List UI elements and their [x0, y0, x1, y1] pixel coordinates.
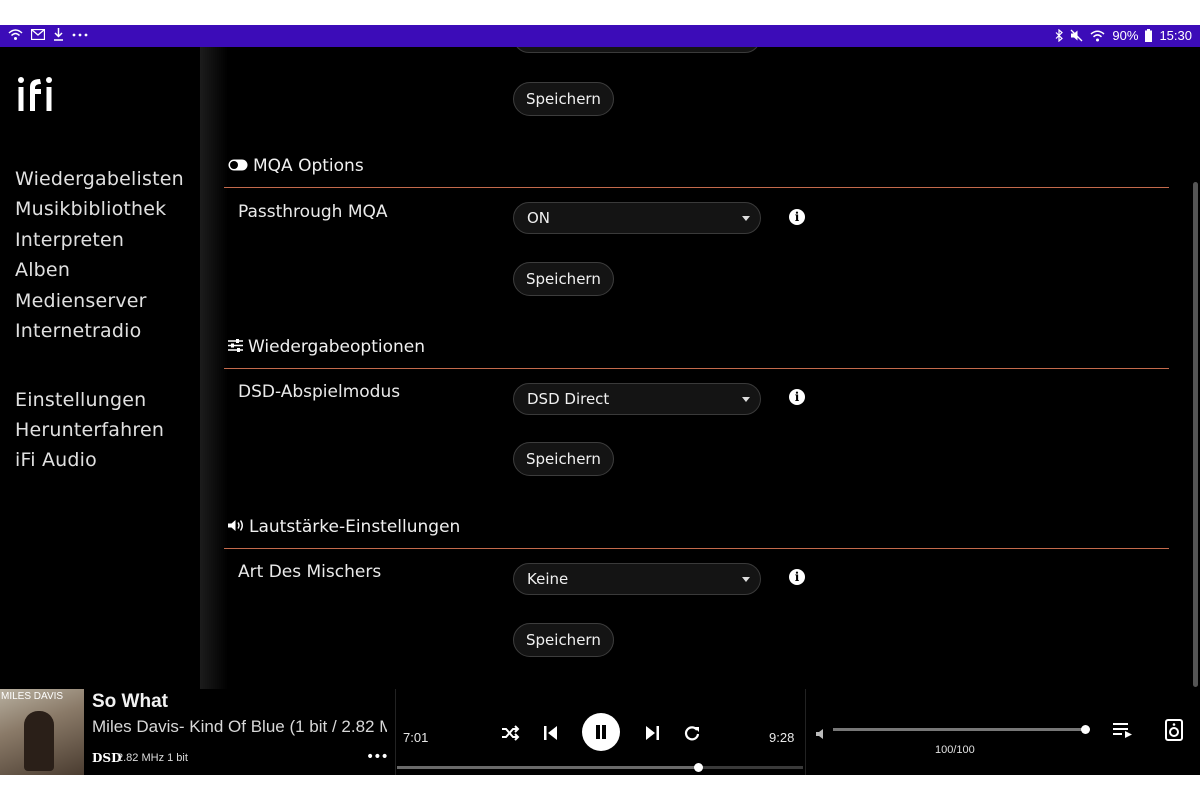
section-title-playback-label: Wiedergabeoptionen	[248, 337, 426, 357]
seek-handle[interactable]	[693, 763, 703, 772]
section-title-volume-label: Lautstärke-Einstellungen	[249, 517, 461, 537]
section-divider	[224, 187, 1169, 188]
wifi-icon	[1090, 30, 1105, 42]
mute-icon	[1070, 29, 1083, 42]
save-button-top[interactable]: Speichern	[513, 82, 614, 116]
more-dots-icon	[72, 33, 88, 37]
nav-item-interpreten[interactable]: Interpreten	[15, 229, 124, 251]
volume-icon	[228, 517, 244, 537]
bluetooth-icon	[1055, 29, 1064, 42]
device-frame: 90% 15:30 Wiedergabelisten Musikbiblioth…	[0, 0, 1200, 800]
shuffle-icon[interactable]	[500, 723, 520, 743]
nav-item-herunterfahren[interactable]: Herunterfahren	[15, 419, 164, 441]
nav-item-medienserver[interactable]: Medienserver	[15, 290, 147, 312]
cover-figure	[24, 711, 54, 771]
info-icon[interactable]: i	[789, 569, 805, 585]
seek-fill	[397, 766, 698, 769]
divider	[805, 689, 806, 775]
section-divider	[224, 548, 1169, 549]
format-info: 2.82 MHz 1 bit	[117, 752, 188, 764]
total-time: 9:28	[769, 730, 795, 745]
toggle-icon	[228, 156, 248, 176]
seek-bar[interactable]	[397, 763, 803, 772]
cover-text: MILES DAVIS	[1, 691, 64, 702]
field-label-passthrough-mqa: Passthrough MQA	[238, 202, 388, 222]
info-icon[interactable]: i	[789, 209, 805, 225]
divider	[395, 689, 396, 775]
section-title-mqa-label: MQA Options	[253, 156, 364, 176]
scrollbar-thumb[interactable]	[1193, 182, 1198, 687]
save-button-mqa[interactable]: Speichern	[513, 262, 614, 296]
nav-item-einstellungen[interactable]: Einstellungen	[15, 389, 146, 411]
nav-item-musikbibliothek[interactable]: Musikbibliothek	[15, 198, 166, 220]
volume-small-icon[interactable]	[815, 725, 827, 739]
settings-panel: Speichern MQA Options Passthrough MQA ON…	[224, 47, 1188, 689]
status-bar-left	[8, 28, 88, 41]
download-icon	[53, 28, 64, 41]
select-value: ON	[527, 209, 551, 227]
select-dsd-mode[interactable]: DSD Direct	[513, 383, 761, 415]
pause-button[interactable]	[582, 713, 620, 751]
repeat-icon[interactable]	[682, 723, 702, 743]
caret-down-icon	[742, 397, 750, 402]
save-button-playback[interactable]: Speichern	[513, 442, 614, 476]
track-artist-album: Miles Davis- Kind Of Blue (1 bit / 2.82 …	[92, 717, 387, 736]
volume-handle[interactable]	[1081, 725, 1090, 734]
more-options-button[interactable]: •••	[366, 749, 389, 765]
select-passthrough-mqa[interactable]: ON	[513, 202, 761, 234]
queue-icon[interactable]	[1112, 721, 1134, 739]
save-button-volume[interactable]: Speichern	[513, 623, 614, 657]
status-bar: 90% 15:30	[0, 25, 1200, 47]
section-title-mqa: MQA Options	[228, 156, 364, 176]
section-title-volume: Lautstärke-Einstellungen	[228, 517, 460, 537]
sliders-icon	[228, 337, 243, 357]
sidebar: Wiedergabelisten Musikbibliothek Interpr…	[0, 47, 200, 689]
section-divider	[224, 368, 1169, 369]
section-title-playback: Wiedergabeoptionen	[228, 337, 425, 357]
select-partial-top[interactable]	[513, 47, 761, 53]
nav-item-wiedergabelisten[interactable]: Wiedergabelisten	[15, 168, 184, 190]
field-label-mixer-type: Art Des Mischers	[238, 562, 382, 582]
caret-down-icon	[742, 577, 750, 582]
next-track-icon[interactable]	[642, 723, 662, 743]
caret-down-icon	[742, 216, 750, 221]
player-bar: MILES DAVIS So What Miles Davis- Kind Of…	[0, 689, 1200, 775]
mail-icon	[31, 29, 45, 40]
status-bar-right: 90% 15:30	[1055, 28, 1192, 43]
album-cover[interactable]: MILES DAVIS	[0, 689, 84, 775]
volume-fill	[833, 728, 1085, 731]
app-window: Wiedergabelisten Musikbibliothek Interpr…	[0, 47, 1200, 775]
field-label-dsd-mode: DSD-Abspielmodus	[238, 382, 401, 402]
select-value: DSD Direct	[527, 390, 610, 408]
pause-icon-bar	[602, 725, 606, 739]
volume-readout: 100/100	[935, 744, 975, 756]
info-icon[interactable]: i	[789, 389, 805, 405]
volume-slider[interactable]	[833, 725, 1090, 734]
track-title: So What	[92, 691, 168, 712]
ifi-logo	[16, 75, 60, 115]
clock: 15:30	[1159, 28, 1192, 43]
battery-icon	[1145, 29, 1153, 42]
nav-item-ifi-audio[interactable]: iFi Audio	[15, 449, 97, 471]
nav-item-alben[interactable]: Alben	[15, 259, 70, 281]
battery-percent: 90%	[1112, 28, 1139, 43]
speaker-device-icon[interactable]	[1165, 719, 1183, 741]
select-mixer-type[interactable]: Keine	[513, 563, 761, 595]
select-value: Keine	[527, 570, 569, 588]
pause-icon	[596, 725, 600, 739]
previous-track-icon[interactable]	[541, 723, 561, 743]
elapsed-time: 7:01	[403, 730, 429, 745]
wifi-calling-icon	[8, 28, 23, 41]
nav-item-internetradio[interactable]: Internetradio	[15, 320, 141, 342]
